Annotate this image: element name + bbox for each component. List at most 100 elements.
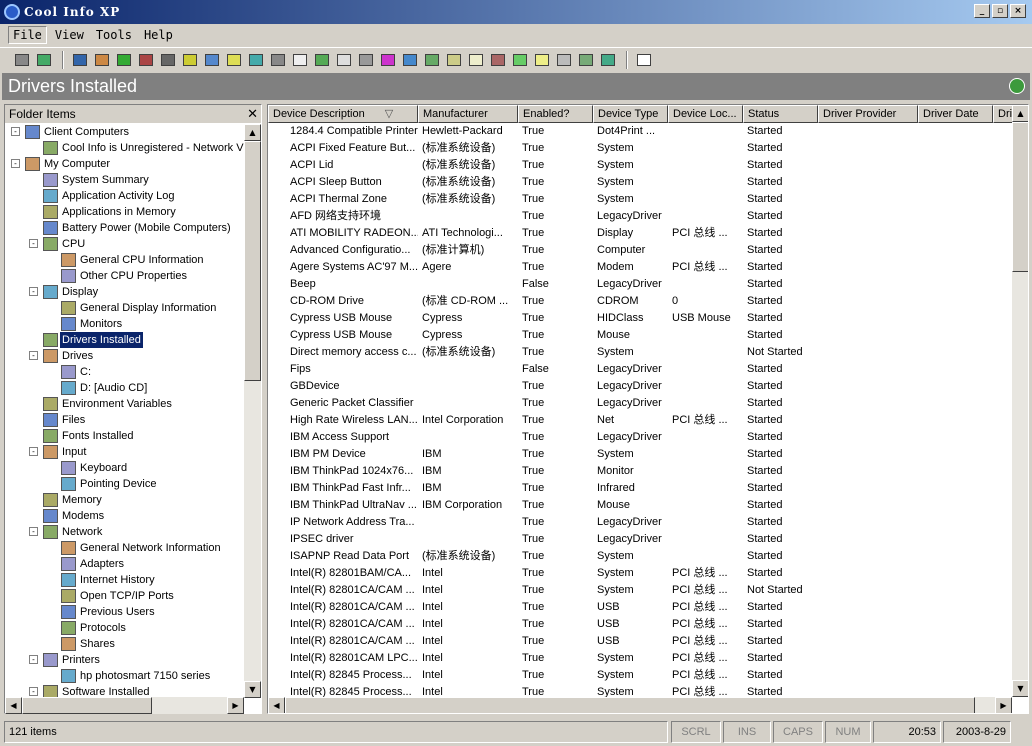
table-row[interactable]: GBDevice True LegacyDriver Started [268, 378, 1012, 395]
folder-icon[interactable] [224, 51, 244, 69]
close-button[interactable]: × [1010, 4, 1026, 18]
tree-item[interactable]: hp photosmart 7150 series [5, 668, 245, 684]
table-row[interactable]: CD-ROM Drive (标准 CD-ROM ... True CDROM 0 Star… [268, 293, 1012, 310]
tree-item[interactable]: Previous Users [5, 604, 245, 620]
tree-item[interactable]: - Client Computers [5, 124, 245, 140]
history-icon[interactable] [466, 51, 486, 69]
tree-item[interactable]: - Display [5, 284, 245, 300]
disk-icon[interactable] [202, 51, 222, 69]
table-h-scroll-thumb[interactable] [285, 697, 975, 713]
tree-item[interactable]: Fonts Installed [5, 428, 245, 444]
tree-item[interactable]: - Drives [5, 348, 245, 364]
table-scroll-thumb[interactable] [1012, 122, 1028, 272]
table-scroll-up-button[interactable]: ▲ [1012, 105, 1028, 122]
table-vertical-scrollbar[interactable]: ▲ ▼ [1012, 105, 1028, 697]
table-row[interactable]: Intel(R) 82801BAM/CA... Intel True System PC… [268, 565, 1012, 582]
tree-item[interactable]: Internet History [5, 572, 245, 588]
tree-item[interactable]: Cool Info is Unregistered - Network V [5, 140, 245, 156]
tree-item[interactable]: Memory [5, 492, 245, 508]
scroll-left-button[interactable]: ◀ [5, 697, 22, 714]
column-header[interactable]: Manufacturer [418, 105, 518, 123]
table-row[interactable]: ACPI Thermal Zone (标准系统设备) True System Start… [268, 191, 1012, 208]
menu-tools[interactable]: Tools [92, 27, 136, 43]
font-icon[interactable] [378, 51, 398, 69]
tree-item[interactable]: - Input [5, 444, 245, 460]
table-scroll-right-button[interactable]: ▶ [995, 697, 1012, 713]
table-row[interactable]: Generic Packet Classifier True LegacyDrive… [268, 395, 1012, 412]
table-row[interactable]: ACPI Sleep Button (标准系统设备) True System Start… [268, 174, 1012, 191]
file-icon[interactable] [444, 51, 464, 69]
column-header[interactable]: Device Loc... [668, 105, 743, 123]
ram-icon[interactable] [312, 51, 332, 69]
tree-item[interactable]: General Network Information [5, 540, 245, 556]
scroll-down-button[interactable]: ▼ [244, 681, 261, 698]
close-pane-icon[interactable]: ✕ [247, 106, 258, 121]
help-icon[interactable] [634, 51, 654, 69]
tree-item[interactable]: - Software Installed [5, 684, 245, 698]
tree-item[interactable]: - Network [5, 524, 245, 540]
tree-item[interactable]: Shares [5, 636, 245, 652]
tree-item[interactable]: Protocols [5, 620, 245, 636]
table-row[interactable]: IP Network Address Tra... True LegacyDrive… [268, 514, 1012, 531]
table-scroll-down-button[interactable]: ▼ [1012, 680, 1028, 697]
tree-item[interactable]: - CPU [5, 236, 245, 252]
table-row[interactable]: IBM PM Device IBM True System Started [268, 446, 1012, 463]
tree-item[interactable]: D: [Audio CD] [5, 380, 245, 396]
app-icon[interactable] [136, 51, 156, 69]
tree-item[interactable]: System Summary [5, 172, 245, 188]
printer-icon[interactable] [12, 51, 32, 69]
menu-help[interactable]: Help [140, 27, 177, 43]
table-row[interactable]: Cypress USB Mouse Cypress True HIDClass USB … [268, 310, 1012, 327]
expand-toggle-icon[interactable]: - [29, 287, 38, 296]
table-row[interactable]: Intel(R) 82801CA/CAM ... Intel True USB PCI … [268, 616, 1012, 633]
expand-toggle-icon[interactable]: - [29, 447, 38, 456]
computer-icon[interactable] [70, 51, 90, 69]
column-header[interactable]: Device Description ▽ [268, 105, 418, 123]
table-row[interactable]: Intel(R) 82801CAM LPC... Intel True System P… [268, 650, 1012, 667]
scroll-up-button[interactable]: ▲ [244, 124, 261, 141]
share-icon[interactable] [532, 51, 552, 69]
column-header[interactable]: Enabled? [518, 105, 593, 123]
tree-item[interactable]: Drivers Installed [5, 331, 245, 349]
column-header[interactable]: Dri [993, 105, 1012, 123]
usb-icon[interactable] [158, 51, 178, 69]
table-row[interactable]: Beep False LegacyDriver Started [268, 276, 1012, 293]
globe-icon[interactable] [1009, 78, 1025, 94]
table-row[interactable]: IPSEC driver True LegacyDriver Started [268, 531, 1012, 548]
tree-item[interactable]: - Printers [5, 652, 245, 668]
tree-item[interactable]: - My Computer [5, 156, 245, 172]
app2-icon[interactable] [598, 51, 618, 69]
expand-toggle-icon[interactable]: - [11, 127, 20, 136]
column-header[interactable]: Status [743, 105, 818, 123]
protocol-icon[interactable] [510, 51, 530, 69]
table-row[interactable]: Advanced Configuratio... (标准计算机) True Compu… [268, 242, 1012, 259]
tree-item[interactable]: C: [5, 364, 245, 380]
table-row[interactable]: Intel(R) 82845 Process... Intel True System… [268, 684, 1012, 697]
cd-icon[interactable] [180, 51, 200, 69]
tree-item[interactable]: Environment Variables [5, 396, 245, 412]
restore-button[interactable]: ▫ [992, 4, 1008, 18]
table-row[interactable]: Intel(R) 82801CA/CAM ... Intel True USB PCI … [268, 599, 1012, 616]
column-header[interactable]: Driver Date [918, 105, 993, 123]
tree-item[interactable]: Pointing Device [5, 476, 245, 492]
table-row[interactable]: ISAPNP Read Data Port (标准系统设备) True System S… [268, 548, 1012, 565]
table-row[interactable]: 1284.4 Compatible Printer Hewlett-Packard… [268, 123, 1012, 140]
scroll-right-button[interactable]: ▶ [227, 697, 244, 714]
column-header[interactable]: Driver Provider [818, 105, 918, 123]
tree-item[interactable]: Monitors [5, 316, 245, 332]
column-header[interactable]: Device Type [593, 105, 668, 123]
tree-item[interactable]: Files [5, 412, 245, 428]
table-row[interactable]: AFD 网络支持环境 True LegacyDriver Started [268, 208, 1012, 225]
menu-file[interactable]: File [8, 26, 47, 44]
table-row[interactable]: IBM ThinkPad UltraNav ... IBM Corporation… [268, 497, 1012, 514]
keyboard-icon[interactable] [356, 51, 376, 69]
table-row[interactable]: ACPI Fixed Feature But... (标准系统设备) True Sys… [268, 140, 1012, 157]
tree-item[interactable]: Application Activity Log [5, 188, 245, 204]
tree-vertical-scrollbar[interactable]: ▲ ▼ [244, 124, 261, 698]
network-icon[interactable] [246, 51, 266, 69]
tree-item[interactable]: Modems [5, 508, 245, 524]
sound-icon[interactable] [554, 51, 574, 69]
menu-view[interactable]: View [51, 27, 88, 43]
table-row[interactable]: Agere Systems AC'97 M... Agere True Modem PC… [268, 259, 1012, 276]
table-row[interactable]: Fips False LegacyDriver Started [268, 361, 1012, 378]
